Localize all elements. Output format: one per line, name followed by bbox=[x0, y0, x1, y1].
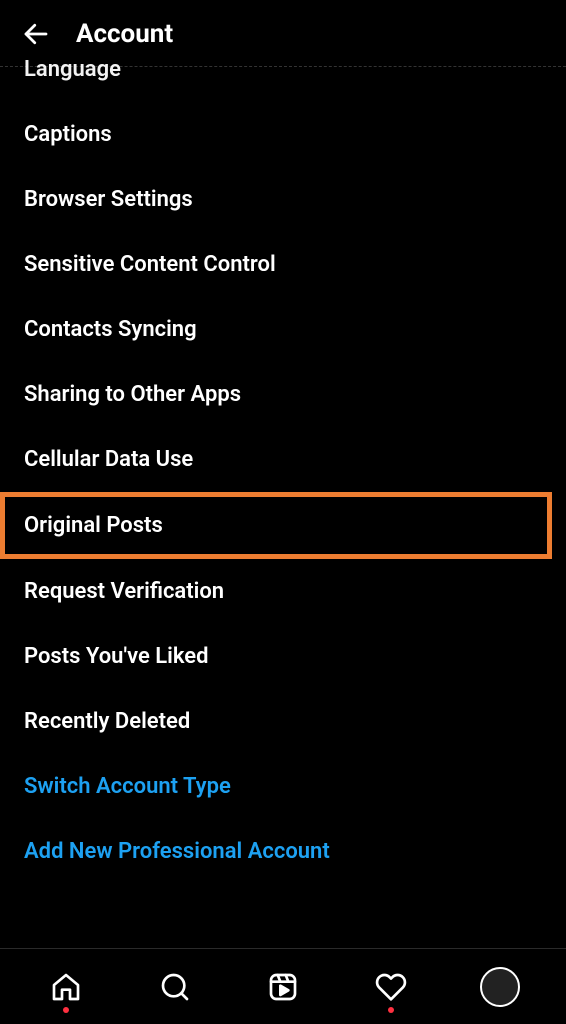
home-icon bbox=[50, 971, 82, 1003]
settings-item-label: Language bbox=[24, 57, 121, 82]
reels-icon bbox=[267, 971, 299, 1003]
settings-item-label: Posts You've Liked bbox=[24, 644, 209, 669]
search-icon bbox=[159, 971, 191, 1003]
settings-item-recently-deleted[interactable]: Recently Deleted bbox=[24, 689, 542, 754]
settings-item-request-verification[interactable]: Request Verification bbox=[24, 559, 542, 624]
settings-list: Language Captions Browser Settings Sensi… bbox=[0, 57, 566, 884]
settings-item-cellular-data-use[interactable]: Cellular Data Use bbox=[24, 427, 542, 492]
settings-item-language[interactable]: Language bbox=[24, 57, 542, 102]
settings-item-sharing-to-other-apps[interactable]: Sharing to Other Apps bbox=[24, 362, 542, 427]
settings-item-label: Add New Professional Account bbox=[24, 839, 330, 864]
page-title: Account bbox=[76, 19, 173, 49]
tab-home[interactable] bbox=[42, 963, 90, 1011]
settings-item-contacts-syncing[interactable]: Contacts Syncing bbox=[24, 297, 542, 362]
settings-item-browser-settings[interactable]: Browser Settings bbox=[24, 167, 542, 232]
settings-item-label: Sensitive Content Control bbox=[24, 252, 276, 277]
settings-item-label: Browser Settings bbox=[24, 187, 193, 212]
settings-item-label: Sharing to Other Apps bbox=[24, 382, 241, 407]
settings-item-label: Request Verification bbox=[24, 579, 224, 604]
heart-icon bbox=[375, 971, 407, 1003]
settings-item-switch-account-type[interactable]: Switch Account Type bbox=[24, 754, 542, 819]
settings-item-original-posts[interactable]: Original Posts bbox=[0, 492, 552, 559]
tab-search[interactable] bbox=[151, 963, 199, 1011]
notification-dot-icon bbox=[388, 1007, 394, 1013]
settings-item-sensitive-content-control[interactable]: Sensitive Content Control bbox=[24, 232, 542, 297]
settings-item-label: Captions bbox=[24, 122, 112, 147]
notification-dot-icon bbox=[63, 1007, 69, 1013]
profile-avatar-icon bbox=[480, 967, 520, 1007]
settings-item-label: Original Posts bbox=[24, 513, 163, 538]
settings-item-label: Cellular Data Use bbox=[24, 447, 193, 472]
back-icon[interactable] bbox=[20, 18, 52, 50]
settings-item-label: Contacts Syncing bbox=[24, 317, 197, 342]
tab-bar bbox=[0, 948, 566, 1024]
tab-reels[interactable] bbox=[259, 963, 307, 1011]
settings-item-captions[interactable]: Captions bbox=[24, 102, 542, 167]
settings-item-label: Switch Account Type bbox=[24, 774, 231, 799]
settings-item-add-new-professional-account[interactable]: Add New Professional Account bbox=[24, 819, 542, 884]
settings-item-posts-youve-liked[interactable]: Posts You've Liked bbox=[24, 624, 542, 689]
tab-profile[interactable] bbox=[476, 963, 524, 1011]
settings-item-label: Recently Deleted bbox=[24, 709, 190, 734]
tab-activity[interactable] bbox=[367, 963, 415, 1011]
